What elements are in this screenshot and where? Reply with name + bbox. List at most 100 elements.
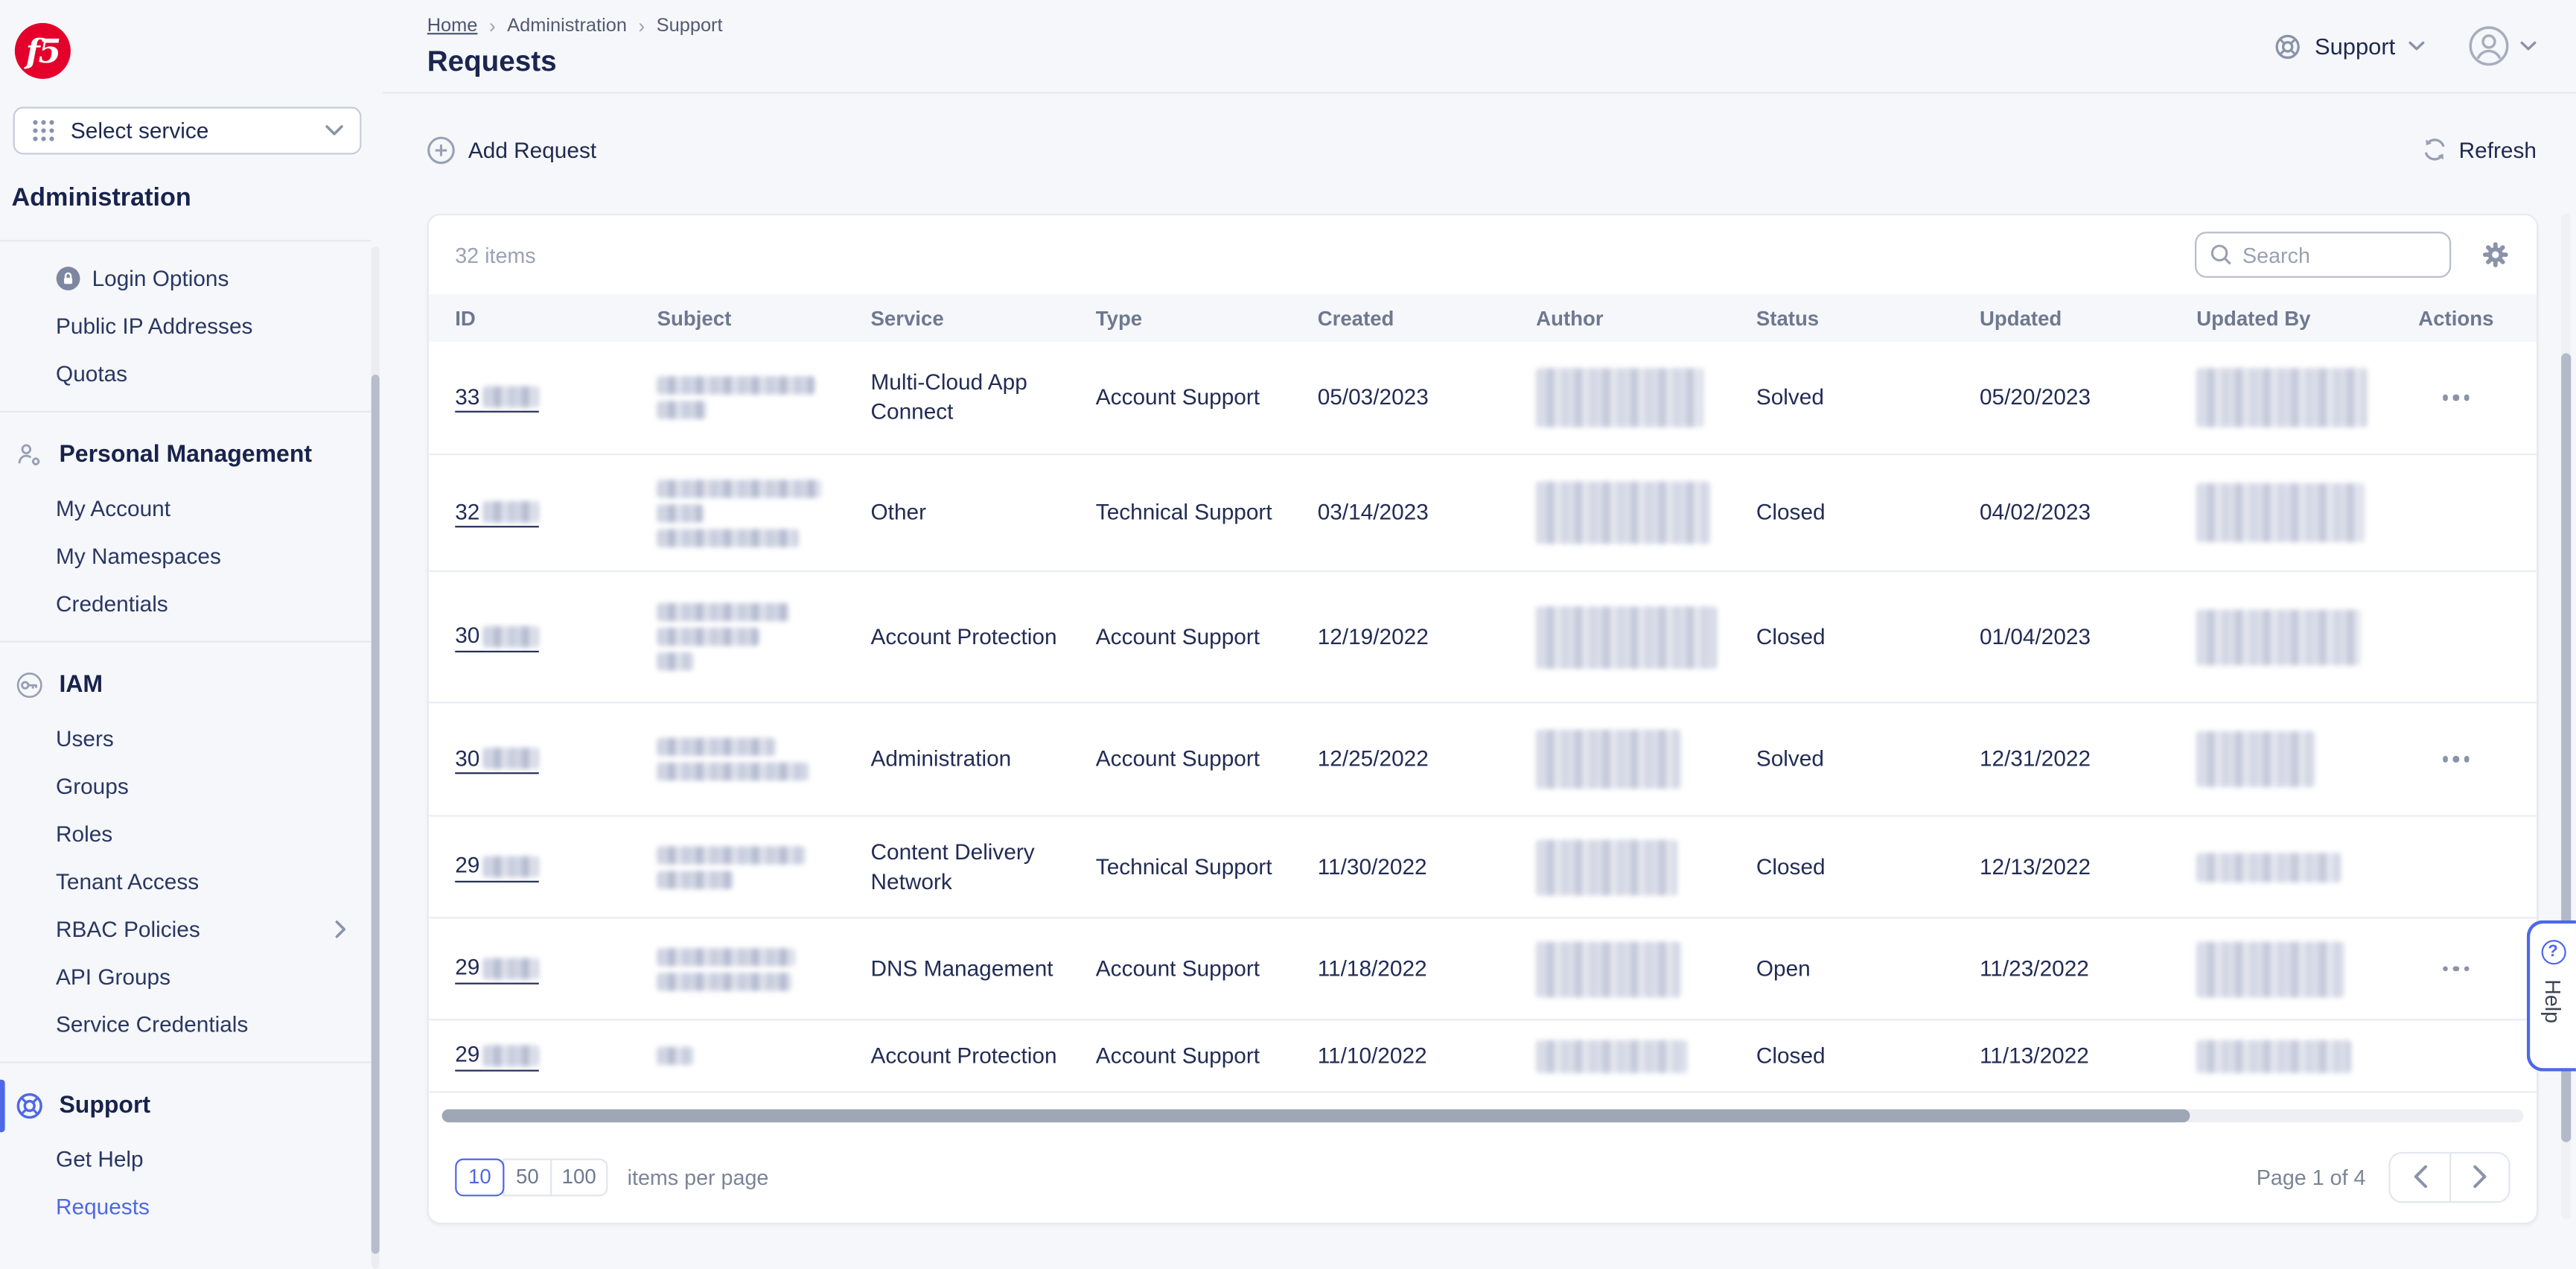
cell-service: Other (870, 500, 927, 525)
sidebar-item-rbac-policies[interactable]: RBAC Policies (0, 906, 383, 953)
sidebar-scrollbar-thumb[interactable] (371, 375, 380, 1254)
redacted-updated-by (2196, 731, 2315, 787)
sidebar-item-requests[interactable]: Requests (0, 1183, 383, 1231)
table-row: 30 Administration Account Support 12/25/202… (428, 703, 2537, 817)
table-row: 29 Account Protection Account Support 11/10… (428, 1020, 2537, 1093)
column-header-author: Author (1536, 306, 1604, 330)
refresh-button[interactable]: Refresh (2421, 136, 2537, 162)
request-id-link[interactable]: 32 (455, 497, 539, 529)
add-request-label: Add Request (468, 137, 597, 162)
page-size-10[interactable]: 10 (455, 1157, 505, 1196)
page-size-100[interactable]: 100 (550, 1157, 608, 1196)
request-id-link[interactable]: 29 (455, 1040, 539, 1072)
redacted-updated-by (2196, 483, 2365, 543)
redacted-id (482, 625, 539, 647)
help-tab[interactable]: ? Help (2526, 920, 2576, 1072)
row-actions-button[interactable] (2436, 959, 2477, 979)
column-header-service: Service (870, 306, 944, 330)
redacted-updated-by (2196, 1039, 2351, 1072)
cell-id: 29 (455, 1040, 657, 1072)
dot (2452, 756, 2459, 763)
redacted-subject (657, 1046, 694, 1065)
add-request-button[interactable]: Add Request (427, 136, 596, 164)
sidebar-item-login-options[interactable]: Login Options (0, 255, 383, 302)
previous-page-button[interactable] (2390, 1152, 2450, 1200)
cell-author (1536, 368, 1756, 427)
table-settings-button[interactable] (2481, 240, 2510, 270)
help-question-icon: ? (2540, 940, 2566, 965)
sidebar-section-label: Personal Management (59, 442, 313, 468)
sidebar-section-iam[interactable]: IAM (0, 655, 383, 714)
cell-type: Account Support (1095, 746, 1260, 772)
breadcrumb: Home › Administration › Support (427, 15, 723, 38)
row-actions-button[interactable] (2436, 388, 2477, 407)
next-page-button[interactable] (2449, 1152, 2509, 1200)
f5-logo[interactable]: f5 (14, 22, 71, 79)
key-icon (15, 670, 45, 700)
request-id-prefix: 29 (455, 853, 480, 878)
support-menu[interactable]: Support (2274, 32, 2425, 60)
cell-created: 11/10/2022 (1317, 1043, 1427, 1068)
active-section-indicator (0, 1079, 5, 1133)
page-size-group: 10 50 100 (455, 1157, 608, 1196)
sidebar-item-users[interactable]: Users (0, 715, 383, 763)
table-horizontal-scrollbar-thumb[interactable] (441, 1109, 2190, 1123)
sidebar-item-label: Service Credentials (56, 1012, 249, 1037)
cell-updated-by (2196, 483, 2402, 543)
cell-author (1536, 605, 1756, 668)
redacted-updated-by (2196, 941, 2344, 997)
sidebar-item-api-groups[interactable]: API Groups (0, 953, 383, 1001)
cell-updated-by (2196, 368, 2402, 427)
sidebar-item-quotas[interactable]: Quotas (0, 350, 383, 398)
select-service-dropdown[interactable]: Select service (13, 106, 362, 155)
sidebar-item-label: My Namespaces (56, 544, 221, 569)
table-row: 32 Other Technical Support 03/14/2023 Closed… (428, 455, 2537, 572)
redacted-subject (657, 737, 776, 757)
request-id-link[interactable]: 29 (455, 953, 539, 985)
redacted-author (1536, 368, 1704, 427)
divider (0, 240, 372, 242)
search-input[interactable] (2242, 242, 2437, 267)
redacted-subject (657, 479, 822, 497)
cell-status: Closed (1756, 500, 1826, 525)
avatar-icon (2467, 25, 2510, 67)
sidebar-item-get-help[interactable]: Get Help (0, 1136, 383, 1183)
request-id-prefix: 29 (455, 1042, 480, 1067)
pager-buttons (2388, 1151, 2510, 1203)
chevron-down-icon (2520, 41, 2537, 51)
plus-circle-icon (427, 136, 456, 164)
cell-created: 11/30/2022 (1317, 853, 1427, 879)
page-size-50[interactable]: 50 (503, 1157, 552, 1196)
breadcrumb-home-link[interactable]: Home (427, 16, 478, 36)
request-id-link[interactable]: 30 (455, 744, 539, 775)
sidebar-item-my-namespaces[interactable]: My Namespaces (0, 532, 383, 580)
request-id-link[interactable]: 33 (455, 382, 539, 413)
sidebar-item-credentials[interactable]: Credentials (0, 580, 383, 628)
actions-toolbar: Add Request Refresh (427, 123, 2537, 176)
sidebar-item-label: Login Options (92, 266, 229, 291)
cell-author (1536, 481, 1756, 544)
cell-subject (657, 597, 871, 677)
sidebar-item-public-ip-addresses[interactable]: Public IP Addresses (0, 302, 383, 350)
cell-updated-by (2196, 852, 2402, 882)
account-menu[interactable] (2467, 25, 2537, 67)
request-id-prefix: 29 (455, 955, 480, 980)
dot (2452, 395, 2459, 401)
grid-icon (31, 118, 56, 143)
sidebar-item-tenant-access[interactable]: Tenant Access (0, 858, 383, 906)
sidebar-item-label: API Groups (56, 964, 171, 990)
sidebar-item-roles[interactable]: Roles (0, 810, 383, 858)
sidebar-section-support[interactable]: Support (0, 1076, 383, 1135)
sidebar-section-personal-management[interactable]: Personal Management (0, 426, 383, 485)
request-id-link[interactable]: 29 (455, 851, 539, 882)
breadcrumb-separator: › (488, 14, 496, 38)
row-actions-button[interactable] (2436, 750, 2477, 769)
sidebar-item-service-credentials[interactable]: Service Credentials (0, 1001, 383, 1049)
redacted-id (482, 748, 539, 769)
cell-service: Account Protection (870, 623, 1057, 649)
request-id-link[interactable]: 30 (455, 621, 539, 652)
cell-id: 33 (455, 382, 657, 413)
sidebar-item-my-account[interactable]: My Account (0, 485, 383, 532)
sidebar-item-groups[interactable]: Groups (0, 763, 383, 810)
cell-updated-by (2196, 941, 2402, 997)
